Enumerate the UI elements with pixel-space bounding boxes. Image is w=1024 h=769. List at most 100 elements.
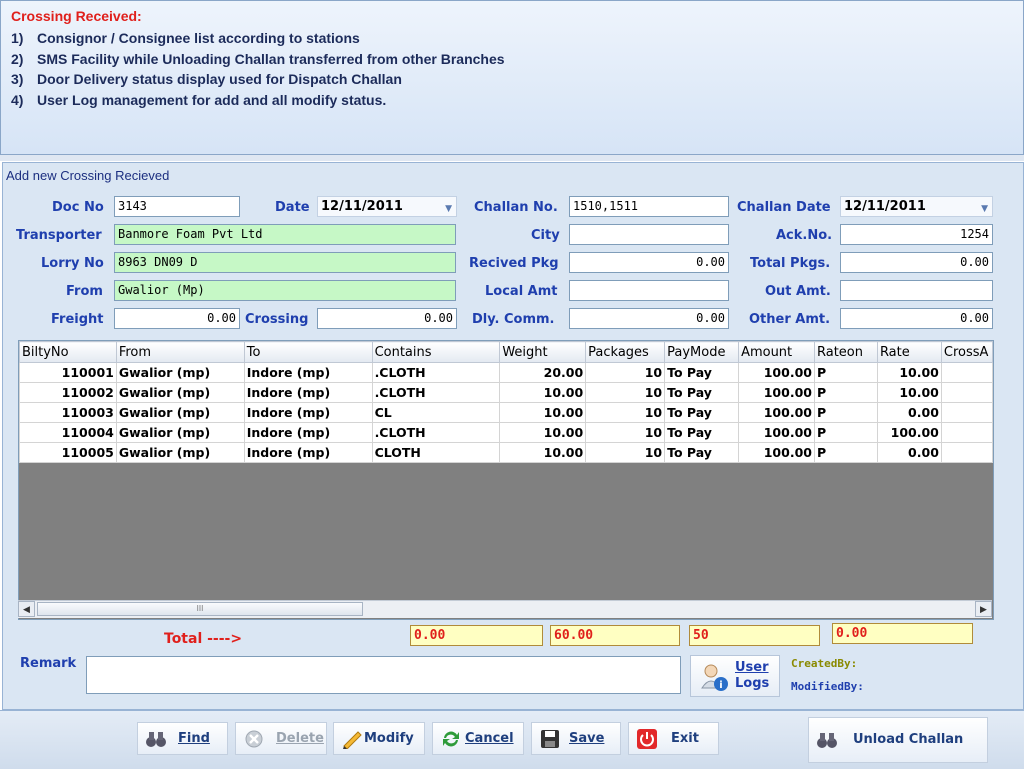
chevron-down-icon[interactable]: ▼ <box>981 200 988 219</box>
grid-cell[interactable]: 0.00 <box>876 442 942 463</box>
grid-cell[interactable]: 10.00 <box>499 402 587 423</box>
city-field[interactable] <box>569 224 729 245</box>
grid-cell[interactable]: To Pay <box>664 402 740 423</box>
grid-cell[interactable]: CLOTH <box>371 442 501 463</box>
grid-cell[interactable]: P <box>813 422 878 443</box>
unload-challan-button[interactable]: Unload Challan <box>808 717 988 763</box>
grid-cell[interactable]: Gwalior (mp) <box>115 402 245 423</box>
grid-cell[interactable]: To Pay <box>664 382 740 403</box>
column-header[interactable]: Contains <box>371 341 501 363</box>
grid-cell[interactable]: Gwalior (mp) <box>115 382 245 403</box>
column-header[interactable]: Rateon <box>813 341 878 363</box>
grid-cell[interactable]: P <box>813 442 878 463</box>
grid-cell[interactable]: 20.00 <box>499 362 587 383</box>
table-row[interactable]: 110003 Gwalior (mp) Indore (mp) CL 10.00 10 To… <box>19 402 993 423</box>
doc-no-field[interactable]: 3143 <box>114 196 240 217</box>
crossing-field[interactable]: 0.00 <box>317 308 457 329</box>
table-row[interactable]: 110002 Gwalior (mp) Indore (mp) .CLOTH 10.00… <box>19 382 993 403</box>
scroll-thumb[interactable]: III <box>37 602 363 616</box>
grid-cell[interactable] <box>940 442 993 463</box>
save-button[interactable]: Save <box>531 722 621 755</box>
grid-cell[interactable]: 100.00 <box>876 422 942 443</box>
grid-cell[interactable]: 10.00 <box>499 382 587 403</box>
grid-cell[interactable] <box>940 422 993 443</box>
grid-cell[interactable]: To Pay <box>664 362 740 383</box>
grid-cell[interactable]: 10 <box>585 422 666 443</box>
scroll-right-icon[interactable]: ▶ <box>975 601 992 617</box>
grid-cell[interactable]: Gwalior (mp) <box>115 422 245 443</box>
table-row[interactable]: 110005 Gwalior (mp) Indore (mp) CLOTH 10.00 1… <box>19 442 993 463</box>
grid-cell[interactable]: Indore (mp) <box>243 422 373 443</box>
out-amt-field[interactable] <box>840 280 993 301</box>
chevron-down-icon[interactable]: ▼ <box>445 200 452 219</box>
grid-cell[interactable] <box>940 382 993 403</box>
grid-cell[interactable]: Gwalior (mp) <box>115 442 245 463</box>
grid-cell[interactable]: .CLOTH <box>371 422 501 443</box>
other-amt-field[interactable]: 0.00 <box>840 308 993 329</box>
total-pkgs-field[interactable]: 0.00 <box>840 252 993 273</box>
dly-comm-field[interactable]: 0.00 <box>569 308 729 329</box>
modify-button[interactable]: Modify <box>333 722 425 755</box>
grid-cell[interactable]: 10.00 <box>499 442 587 463</box>
find-button[interactable]: Find <box>137 722 228 755</box>
table-row[interactable]: 110001 Gwalior (mp) Indore (mp) .CLOTH 20.00… <box>19 362 993 383</box>
grid-cell[interactable]: 110005 <box>19 442 117 463</box>
grid-cell[interactable]: 0.00 <box>876 402 942 423</box>
grid-cell[interactable]: 100.00 <box>738 402 815 423</box>
challan-date-picker[interactable]: 12/11/2011 ▼ <box>840 196 993 217</box>
recived-pkg-field[interactable]: 0.00 <box>569 252 729 273</box>
grid-cell[interactable] <box>940 402 993 423</box>
grid-cell[interactable]: Indore (mp) <box>243 362 373 383</box>
scroll-left-icon[interactable]: ◀ <box>18 601 35 617</box>
challan-no-field[interactable]: 1510,1511 <box>569 196 729 217</box>
grid-cell[interactable]: Indore (mp) <box>243 402 373 423</box>
grid-cell[interactable]: 100.00 <box>738 422 815 443</box>
column-header[interactable]: Packages <box>585 341 666 363</box>
grid-cell[interactable]: P <box>813 382 878 403</box>
delete-button[interactable]: Delete <box>235 722 327 755</box>
grid-cell[interactable]: 10 <box>585 382 666 403</box>
grid-cell[interactable]: .CLOTH <box>371 382 501 403</box>
remark-textarea[interactable] <box>86 656 681 694</box>
from-field[interactable]: Gwalior (Mp) <box>114 280 456 301</box>
grid-cell[interactable]: 110003 <box>19 402 117 423</box>
grid-cell[interactable]: CL <box>371 402 501 423</box>
user-logs-button[interactable]: i User Logs <box>690 655 780 697</box>
ack-no-field[interactable]: 1254 <box>840 224 993 245</box>
exit-button[interactable]: Exit <box>628 722 719 755</box>
grid-cell[interactable]: 10 <box>585 362 666 383</box>
column-header[interactable]: BiltyNo <box>19 341 117 363</box>
date-picker[interactable]: 12/11/2011 ▼ <box>317 196 457 217</box>
grid-cell[interactable]: 10.00 <box>499 422 587 443</box>
grid-cell[interactable]: 10 <box>585 442 666 463</box>
grid-cell[interactable]: Gwalior (mp) <box>115 362 245 383</box>
column-header[interactable]: To <box>243 341 373 363</box>
freight-field[interactable]: 0.00 <box>114 308 240 329</box>
grid-cell[interactable]: Indore (mp) <box>243 442 373 463</box>
grid-cell[interactable]: .CLOTH <box>371 362 501 383</box>
grid-cell[interactable]: 100.00 <box>738 442 815 463</box>
horizontal-scrollbar[interactable]: ◀ III ▶ <box>18 600 992 618</box>
lorry-no-field[interactable]: 8963 DN09 D <box>114 252 456 273</box>
column-header[interactable]: Amount <box>738 341 815 363</box>
grid-cell[interactable]: P <box>813 362 878 383</box>
grid-cell[interactable] <box>940 362 993 383</box>
grid-cell[interactable]: 110004 <box>19 422 117 443</box>
local-amt-field[interactable] <box>569 280 729 301</box>
grid-cell[interactable]: 100.00 <box>738 362 815 383</box>
column-header[interactable]: Weight <box>499 341 587 363</box>
column-header[interactable]: PayMode <box>664 341 740 363</box>
grid-cell[interactable]: 10.00 <box>876 362 942 383</box>
grid-cell[interactable]: 10 <box>585 402 666 423</box>
grid-cell[interactable]: 10.00 <box>876 382 942 403</box>
grid-cell[interactable]: P <box>813 402 878 423</box>
grid-cell[interactable]: 100.00 <box>738 382 815 403</box>
column-header[interactable]: From <box>115 341 245 363</box>
bilty-grid[interactable]: BiltyNo From To Contains Weight Packages… <box>18 340 994 620</box>
grid-cell[interactable]: 110001 <box>19 362 117 383</box>
column-header[interactable]: Rate <box>876 341 942 363</box>
cancel-button[interactable]: Cancel <box>432 722 524 755</box>
grid-cell[interactable]: Indore (mp) <box>243 382 373 403</box>
column-header[interactable]: CrossA <box>940 341 993 363</box>
table-row[interactable]: 110004 Gwalior (mp) Indore (mp) .CLOTH 10.00… <box>19 422 993 443</box>
